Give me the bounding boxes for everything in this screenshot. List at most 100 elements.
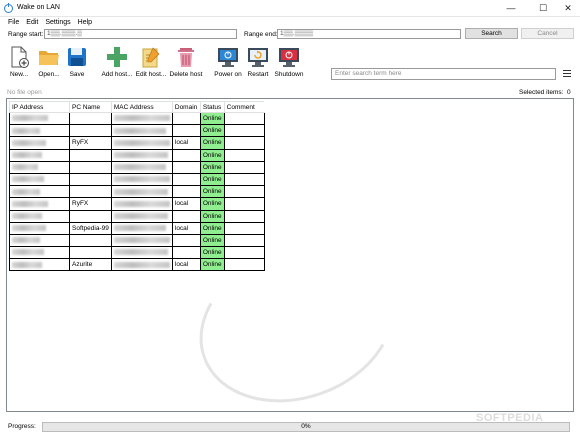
trash-icon [175, 46, 197, 68]
redacted-value [113, 249, 168, 256]
pc-name-cell [69, 160, 112, 174]
menu-settings[interactable]: Settings [45, 17, 70, 28]
maximize-button[interactable]: ☐ [529, 0, 557, 17]
delete-host-button[interactable]: Delete host [168, 46, 204, 78]
column-header-mac[interactable]: MAC Address [110, 101, 173, 113]
redacted-value [113, 212, 168, 219]
table-row[interactable]: RyFX local Online [9, 136, 265, 150]
status-row: No file open Selected items: 0 [0, 88, 580, 98]
domain-cell [171, 148, 201, 162]
shutdown-label: Shutdown [274, 71, 304, 78]
domain-cell [171, 111, 201, 126]
pc-name-cell [69, 185, 112, 199]
progress-bar: 0% [42, 422, 570, 432]
edit-host-button[interactable]: Edit host... [135, 46, 167, 78]
search-button[interactable]: Search [465, 28, 518, 39]
hamburger-menu-icon[interactable] [563, 70, 571, 78]
column-header-domain[interactable]: Domain [171, 101, 201, 113]
column-header-ip[interactable]: IP Address [9, 101, 70, 113]
status-cell: Online [199, 136, 225, 150]
folder-icon [38, 46, 60, 68]
save-button[interactable]: Save [66, 46, 88, 78]
table-row[interactable]: Online [9, 111, 265, 126]
domain-cell [171, 160, 201, 174]
cancel-button[interactable]: Cancel [521, 28, 574, 39]
table-row[interactable]: Softpedia-99 local Online [9, 221, 265, 235]
domain-cell: local [171, 221, 201, 235]
power-on-monitor-icon [217, 46, 239, 68]
column-header-pc-name[interactable]: PC Name [69, 101, 112, 113]
progress-label: Progress: [8, 423, 36, 430]
open-button[interactable]: Open... [36, 46, 62, 78]
shutdown-button[interactable]: Shutdown [274, 46, 304, 78]
comment-cell [223, 246, 265, 260]
menu-file[interactable]: File [8, 17, 19, 28]
pc-name-cell [69, 172, 112, 187]
range-start-input[interactable]: 1▒▒.▒▒▒.▒ [44, 29, 237, 39]
menu-edit[interactable]: Edit [26, 17, 38, 28]
ip-cell [9, 172, 70, 187]
redacted-value [12, 225, 46, 232]
mac-cell [110, 209, 173, 223]
status-cell: Online [199, 197, 225, 211]
close-button[interactable]: ✕ [554, 0, 580, 17]
pc-name-cell [69, 124, 112, 138]
column-header-status[interactable]: Status [199, 101, 225, 113]
pc-name-cell [69, 209, 112, 223]
table-row[interactable]: Online [9, 160, 265, 174]
mac-cell [110, 221, 173, 235]
hosts-grid[interactable]: IP Address PC Name MAC Address Domain St… [6, 98, 574, 412]
toolbar: New... Open... Save Add host... Edit hos… [0, 44, 580, 84]
table-row[interactable]: Online [9, 148, 265, 162]
table-row[interactable]: Online [9, 209, 265, 223]
table-row[interactable]: RyFX local Online [9, 197, 265, 211]
range-end-input[interactable]: 1▒▒.▒▒▒▒ [277, 29, 461, 39]
ip-cell [9, 136, 70, 150]
table-row[interactable]: Online [9, 124, 265, 138]
table-row[interactable]: Online [9, 246, 265, 260]
redacted-value [113, 176, 170, 183]
mac-cell [110, 185, 173, 199]
status-cell: Online [199, 258, 225, 272]
redacted-value [113, 139, 170, 146]
column-header-comment[interactable]: Comment [223, 101, 265, 113]
new-button[interactable]: New... [6, 46, 32, 78]
redacted-value [12, 212, 42, 219]
ip-cell [9, 197, 70, 211]
status-cell: Online [199, 111, 225, 126]
domain-cell [171, 124, 201, 138]
minimize-button[interactable]: — [497, 0, 525, 17]
redacted-value [113, 200, 170, 207]
add-host-button[interactable]: Add host... [100, 46, 134, 78]
title-bar: Wake on LAN — ☐ ✕ [0, 0, 580, 17]
redacted-value [12, 151, 42, 158]
search-input[interactable]: Enter search term here [331, 68, 556, 80]
window-title: Wake on LAN [17, 4, 60, 11]
table-row[interactable]: Online [9, 185, 265, 199]
table-row[interactable]: Azurite local Online [9, 258, 265, 272]
edit-document-icon [140, 46, 162, 68]
menu-help[interactable]: Help [78, 17, 92, 28]
range-start-label: Range start: [8, 31, 44, 38]
domain-cell [171, 233, 201, 248]
table-row[interactable]: Online [9, 172, 265, 187]
comment-cell [223, 111, 265, 126]
comment-cell [223, 124, 265, 138]
add-host-label: Add host... [101, 71, 133, 78]
comment-cell [223, 148, 265, 162]
ip-cell [9, 185, 70, 199]
table-row[interactable]: Online [9, 233, 265, 248]
mac-cell [110, 124, 173, 138]
pc-name-cell: RyFX [69, 197, 112, 211]
edit-host-label: Edit host... [135, 71, 167, 78]
mac-cell [110, 136, 173, 150]
comment-cell [223, 233, 265, 248]
status-cell: Online [199, 185, 225, 199]
comment-cell [223, 197, 265, 211]
shutdown-monitor-icon [278, 46, 300, 68]
restart-button[interactable]: Restart [245, 46, 271, 78]
delete-host-label: Delete host [169, 71, 203, 78]
comment-cell [223, 136, 265, 150]
comment-cell [223, 209, 265, 223]
power-on-button[interactable]: Power on [213, 46, 243, 78]
